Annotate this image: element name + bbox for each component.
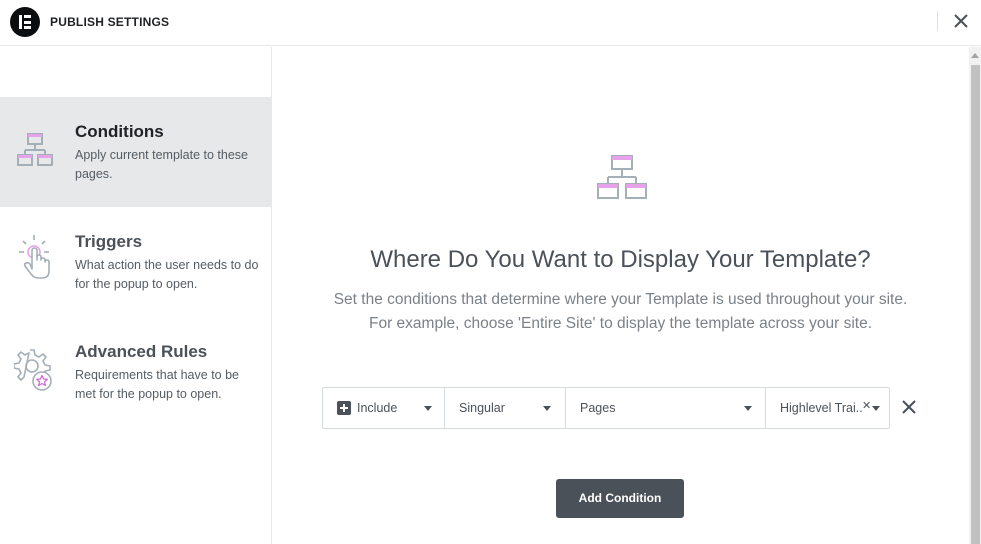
plus-square-icon: [337, 401, 351, 415]
condition-subcategory-select[interactable]: Pages: [566, 388, 766, 428]
elementor-logo-icon: [10, 7, 40, 37]
tab-advanced-rules-description: Requirements that have to be met for the…: [75, 368, 239, 401]
remove-condition-button[interactable]: [900, 398, 918, 416]
chevron-down-icon: [872, 406, 880, 411]
conditions-heading: Where Do You Want to Display Your Templa…: [370, 246, 871, 273]
scroll-up-arrow-icon[interactable]: [971, 53, 979, 58]
close-icon: [954, 14, 968, 28]
scrollbar[interactable]: [969, 47, 981, 544]
chevron-down-icon: [543, 406, 551, 411]
add-condition-button[interactable]: Add Condition: [556, 479, 684, 518]
conditions-panel: Where Do You Want to Display Your Templa…: [272, 47, 969, 544]
condition-value-select[interactable]: Highlevel Trai... ✕: [766, 388, 889, 428]
header: PUBLISH SETTINGS: [0, 0, 981, 46]
tab-triggers[interactable]: Triggers What action the user needs to d…: [0, 207, 271, 317]
tab-triggers-title: Triggers: [75, 232, 143, 251]
pointer-click-icon: [19, 235, 50, 279]
condition-category-select[interactable]: Singular: [445, 388, 566, 428]
gear-star-icon: [14, 349, 52, 391]
condition-row: Include Singular Pages Highlevel Trai...…: [322, 387, 890, 429]
header-divider: [937, 11, 938, 31]
conditions-description-line-2: For example, choose 'Entire Site' to dis…: [368, 315, 873, 332]
close-icon: [902, 400, 916, 414]
condition-type-value: Include: [357, 401, 398, 415]
sitemap-icon: [17, 133, 53, 166]
chevron-down-icon: [424, 406, 432, 411]
tab-conditions-description: Apply current template to these pages.: [75, 148, 249, 181]
tab-conditions[interactable]: Conditions Apply current template to the…: [0, 97, 271, 207]
tab-conditions-title: Conditions: [75, 122, 164, 141]
condition-category-value: Singular: [459, 401, 505, 415]
condition-value-text: Highlevel Trai...: [780, 401, 862, 415]
tab-advanced-rules[interactable]: Advanced Rules Requirements that have to…: [0, 317, 271, 427]
sidebar: Conditions Apply current template to the…: [0, 47, 272, 544]
tab-advanced-rules-title: Advanced Rules: [75, 342, 208, 361]
conditions-description: Set the conditions that determine where …: [272, 288, 969, 336]
sitemap-icon: [597, 155, 647, 199]
scrollbar-thumb[interactable]: [971, 65, 980, 544]
close-button[interactable]: [950, 10, 972, 32]
condition-type-select[interactable]: Include: [323, 388, 445, 428]
clear-selection-icon[interactable]: ✕: [862, 399, 871, 412]
conditions-description-line-1: Set the conditions that determine where …: [333, 291, 908, 308]
chevron-down-icon: [744, 406, 752, 411]
condition-subcategory-value: Pages: [580, 401, 616, 415]
page-title: PUBLISH SETTINGS: [50, 15, 170, 29]
tab-triggers-description: What action the user needs to do for the…: [75, 258, 259, 291]
